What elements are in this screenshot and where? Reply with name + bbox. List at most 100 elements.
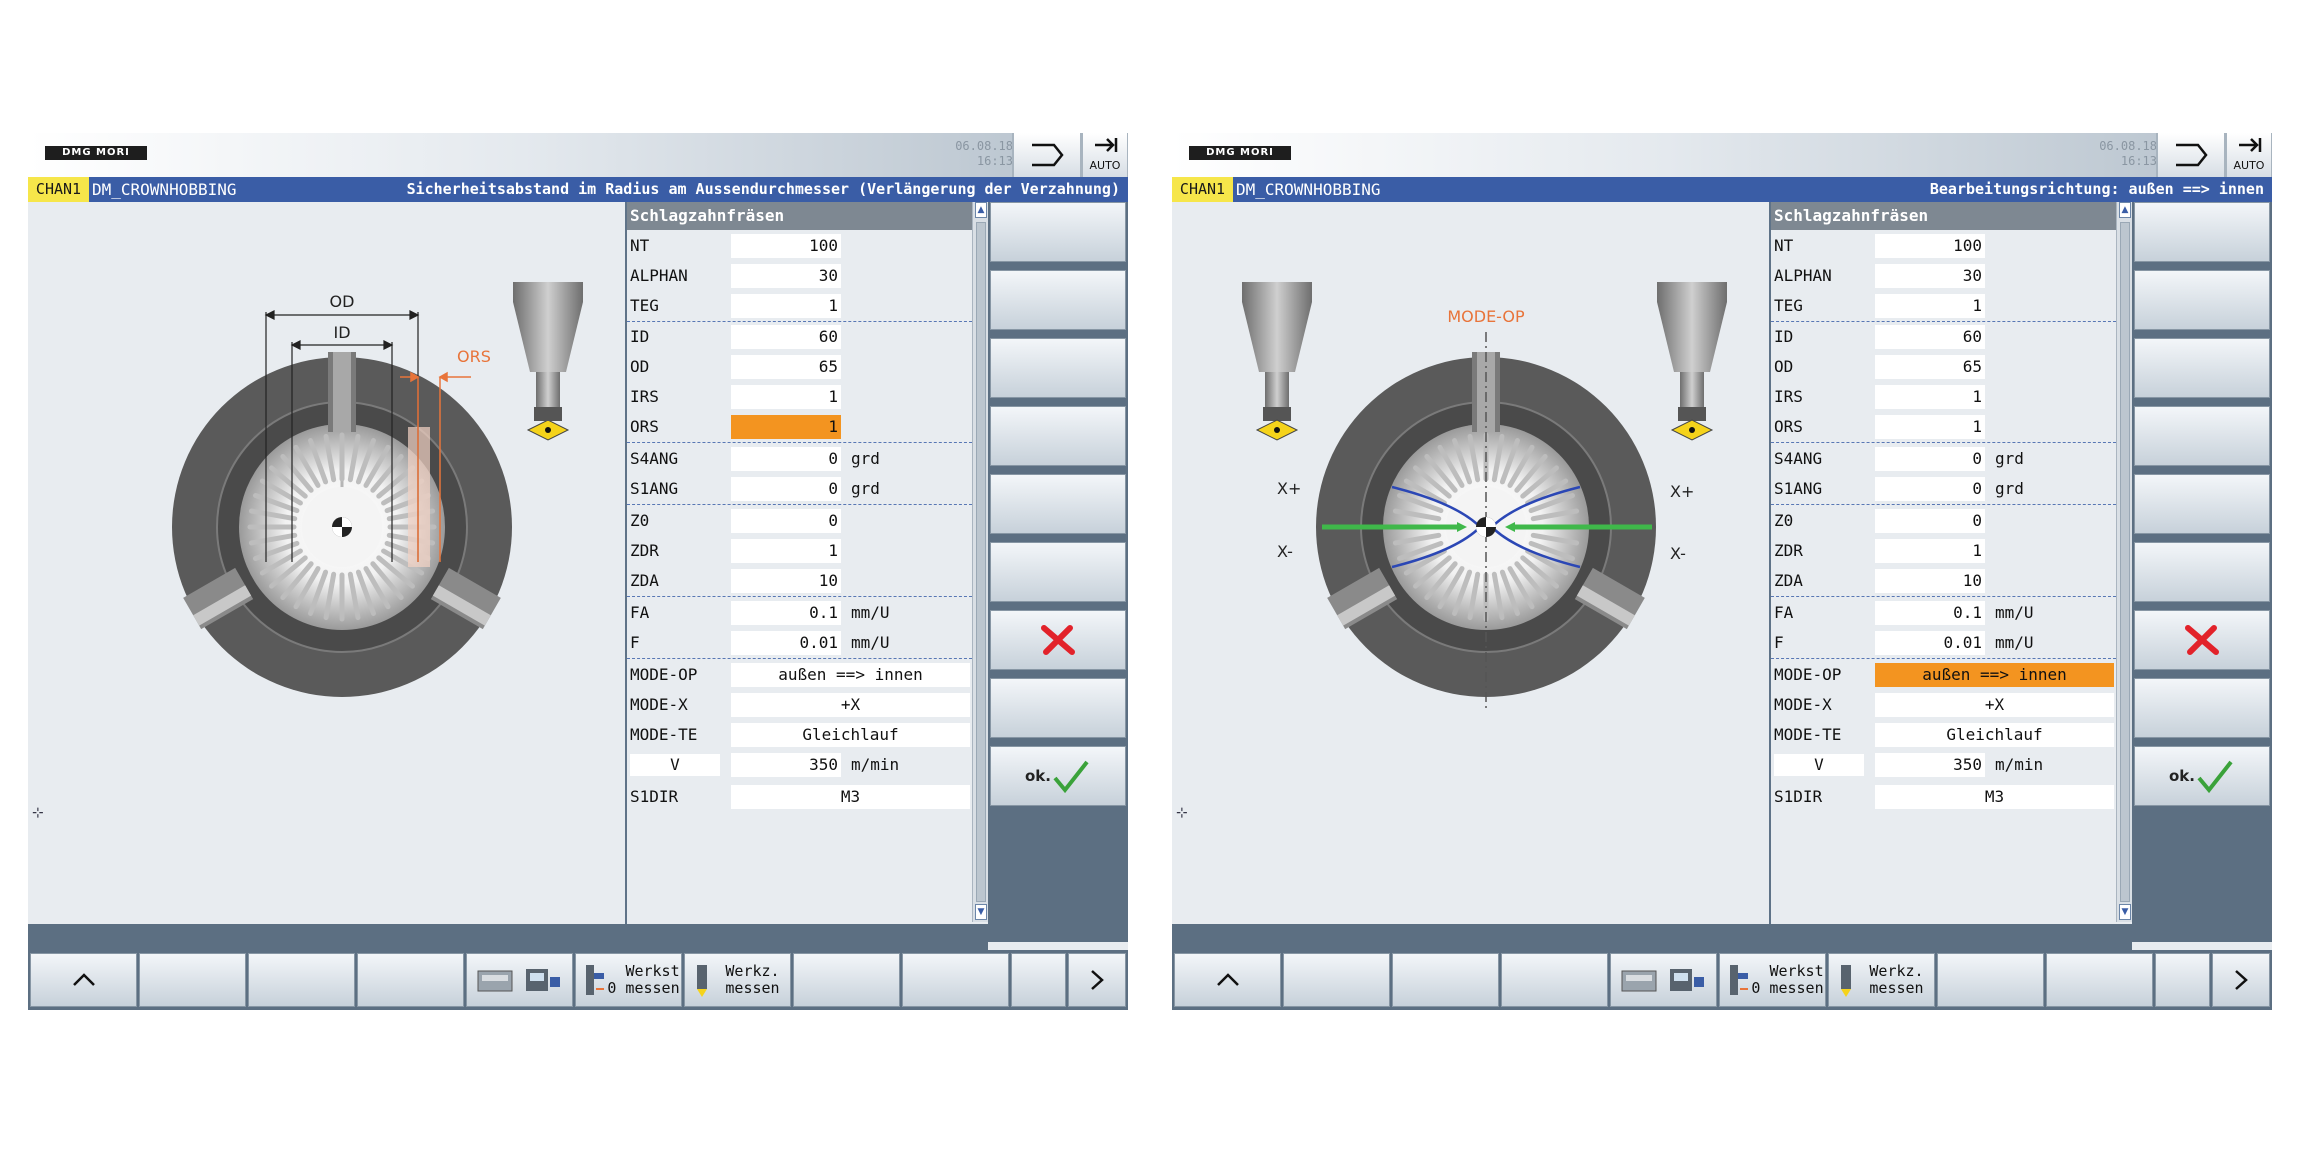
param-value-s1ang[interactable]: 0 xyxy=(731,477,841,501)
param-label: ID xyxy=(630,327,650,346)
scroll-up-icon[interactable]: ▲ xyxy=(2119,202,2131,218)
vsk-6[interactable] xyxy=(990,542,1126,602)
param-value-alphan[interactable]: 30 xyxy=(731,264,841,288)
param-value-zda[interactable]: 10 xyxy=(1875,569,1985,593)
param-value-s4ang[interactable]: 0 xyxy=(731,447,841,471)
vsk-4[interactable] xyxy=(990,406,1126,466)
hsk-8[interactable] xyxy=(1937,953,2044,1007)
param-value-nt[interactable]: 100 xyxy=(731,234,841,258)
param-value-z0[interactable]: 0 xyxy=(731,509,841,533)
scroll-thumb[interactable] xyxy=(976,222,986,902)
param-value-mode-x[interactable]: +X xyxy=(731,693,970,717)
crown-hobbing-diagram: OD ID ORS xyxy=(172,282,583,697)
param-value-fa[interactable]: 0.1 xyxy=(731,601,841,625)
hsk-machine-button[interactable] xyxy=(466,953,573,1007)
param-unit: grd xyxy=(851,449,880,468)
hsk-3[interactable] xyxy=(1392,953,1499,1007)
param-value-od[interactable]: 65 xyxy=(1875,355,1985,379)
param-value-f[interactable]: 0.01 xyxy=(731,631,841,655)
hsk-10[interactable] xyxy=(2155,953,2210,1007)
param-value-id[interactable]: 60 xyxy=(1875,325,1985,349)
scroll-down-icon[interactable]: ▼ xyxy=(975,904,987,920)
param-value-zda[interactable]: 10 xyxy=(731,569,841,593)
vsk-5[interactable] xyxy=(990,474,1126,534)
param-value-id[interactable]: 60 xyxy=(731,325,841,349)
param-value-zdr[interactable]: 1 xyxy=(1875,539,1985,563)
vsk-8[interactable] xyxy=(990,678,1126,738)
vsk-3[interactable] xyxy=(2134,338,2270,398)
param-value-mode-op[interactable]: außen ==> innen xyxy=(731,663,970,687)
hsk-up-button[interactable] xyxy=(1174,953,1281,1007)
param-value-v[interactable]: 350 xyxy=(731,753,841,777)
param-value-s4ang[interactable]: 0 xyxy=(1875,447,1985,471)
hsk-machine-button[interactable] xyxy=(1610,953,1717,1007)
param-value-f[interactable]: 0.01 xyxy=(1875,631,1985,655)
cancel-button[interactable] xyxy=(2134,610,2270,670)
vsk-2[interactable] xyxy=(2134,270,2270,330)
param-value-mode-te[interactable]: Gleichlauf xyxy=(1875,723,2114,747)
vsk-3[interactable] xyxy=(990,338,1126,398)
hsk-8[interactable] xyxy=(793,953,900,1007)
param-value-alphan[interactable]: 30 xyxy=(1875,264,1985,288)
param-value-fa[interactable]: 0.1 xyxy=(1875,601,1985,625)
channel-switch-button[interactable] xyxy=(1012,133,1081,177)
hsk-4[interactable] xyxy=(357,953,464,1007)
hsk-workpiece-zero-measure[interactable]: Werkst 0 messen xyxy=(1719,953,1826,1007)
vsk-6[interactable] xyxy=(2134,542,2270,602)
channel-switch-button[interactable] xyxy=(2156,133,2225,177)
auto-mode-button[interactable]: AUTO xyxy=(1081,133,1128,177)
hsk-3[interactable] xyxy=(248,953,355,1007)
form-scrollbar[interactable]: ▲ ▼ xyxy=(972,202,989,922)
param-row-irs: IRS 1 xyxy=(627,383,972,411)
mode-op-label: MODE-OP xyxy=(1447,307,1525,326)
hsk-4[interactable] xyxy=(1501,953,1608,1007)
param-value-od[interactable]: 65 xyxy=(731,355,841,379)
field-separator xyxy=(1771,442,2116,443)
param-value-nt[interactable]: 100 xyxy=(1875,234,1985,258)
hsk-tool-measure[interactable]: Werkz. messen xyxy=(684,953,791,1007)
hsk-9[interactable] xyxy=(902,953,1009,1007)
param-value-v[interactable]: 350 xyxy=(1875,753,1985,777)
scroll-up-icon[interactable]: ▲ xyxy=(975,202,987,218)
hsk-next-button[interactable] xyxy=(1068,953,1126,1007)
param-value-mode-op[interactable]: außen ==> innen xyxy=(1875,663,2114,687)
param-row-s4ang: S4ANG 0 grd xyxy=(1771,445,2116,473)
hsk-2[interactable] xyxy=(1283,953,1390,1007)
param-value-teg[interactable]: 1 xyxy=(731,294,841,318)
ok-button[interactable]: ok. xyxy=(2134,746,2270,806)
header-bar: DMG MORI 06.08.18 16:13 AUTO xyxy=(28,133,1128,177)
param-value-ors[interactable]: 1 xyxy=(731,415,841,439)
vsk-4[interactable] xyxy=(2134,406,2270,466)
hsk-2[interactable] xyxy=(139,953,246,1007)
param-value-s1dir[interactable]: M3 xyxy=(1875,785,2114,809)
param-value-z0[interactable]: 0 xyxy=(1875,509,1985,533)
hsk-9[interactable] xyxy=(2046,953,2153,1007)
hsk-up-button[interactable] xyxy=(30,953,137,1007)
param-value-irs[interactable]: 1 xyxy=(1875,385,1985,409)
param-row-ors: ORS 1 xyxy=(1771,413,2116,441)
param-value-zdr[interactable]: 1 xyxy=(731,539,841,563)
param-value-irs[interactable]: 1 xyxy=(731,385,841,409)
auto-mode-button[interactable]: AUTO xyxy=(2225,133,2272,177)
scroll-thumb[interactable] xyxy=(2120,222,2130,902)
cancel-button[interactable] xyxy=(990,610,1126,670)
hsk-workpiece-zero-measure[interactable]: Werkst 0 messen xyxy=(575,953,682,1007)
hsk-tool-measure[interactable]: Werkz. messen xyxy=(1828,953,1935,1007)
param-value-mode-x[interactable]: +X xyxy=(1875,693,2114,717)
param-value-s1ang[interactable]: 0 xyxy=(1875,477,1985,501)
ok-button[interactable]: ok. xyxy=(990,746,1126,806)
vsk-1[interactable] xyxy=(990,202,1126,262)
param-value-teg[interactable]: 1 xyxy=(1875,294,1985,318)
vsk-1[interactable] xyxy=(2134,202,2270,262)
param-value-s1dir[interactable]: M3 xyxy=(731,785,970,809)
param-value-ors[interactable]: 1 xyxy=(1875,415,1985,439)
param-label: MODE-TE xyxy=(630,725,698,744)
hsk-10[interactable] xyxy=(1011,953,1066,1007)
hsk-next-button[interactable] xyxy=(2212,953,2270,1007)
vsk-8[interactable] xyxy=(2134,678,2270,738)
scroll-down-icon[interactable]: ▼ xyxy=(2119,904,2131,920)
vsk-2[interactable] xyxy=(990,270,1126,330)
form-scrollbar[interactable]: ▲ ▼ xyxy=(2116,202,2133,922)
vsk-5[interactable] xyxy=(2134,474,2270,534)
param-value-mode-te[interactable]: Gleichlauf xyxy=(731,723,970,747)
